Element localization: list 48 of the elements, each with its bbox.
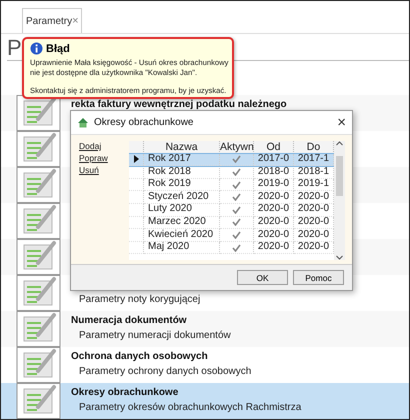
scrollbar-thumb[interactable] (336, 156, 343, 196)
close-icon[interactable]: × (337, 114, 346, 131)
dialog-title: Okresy obrachunkowe (94, 117, 194, 128)
app-icon (77, 117, 89, 128)
info-icon (30, 42, 43, 55)
item-subtitle: Parametry okresów obrachunkowych Rachmistrza (78, 402, 302, 413)
table-row[interactable]: Rok 2019 2019-0 2019-1 (129, 178, 334, 192)
table-row[interactable]: Marzec 2020 2020-0 2020-0 (129, 216, 334, 230)
scroll-down-icon[interactable] (336, 255, 343, 260)
item-subtitle: Parametry noty korygującej (78, 294, 200, 305)
table-cell: 2020-0 (254, 242, 294, 254)
table-row[interactable]: Kwiecień 2020 2020-0 2020-0 (129, 229, 334, 242)
column-header[interactable]: Aktywn (220, 141, 254, 154)
item-subtitle: Parametry ochrony danych osobowych (78, 366, 252, 377)
column-header[interactable]: Do (294, 141, 334, 154)
close-icon[interactable]: × (72, 15, 79, 27)
scrollbar[interactable] (334, 141, 345, 260)
table-row[interactable]: Luty 2020 2020-0 2020-0 (129, 204, 334, 217)
table-row[interactable]: Rok 2018 2018-0 2018-1 (129, 166, 334, 179)
checklist-icon (16, 347, 61, 383)
parametry-tab[interactable]: Parametry× (22, 8, 82, 33)
table-row[interactable]: Styczeń 2020 2020-0 2020-0 (129, 191, 334, 204)
row-pointer-icon (134, 155, 138, 164)
scroll-up-icon[interactable] (336, 141, 343, 146)
item-title: Okresy obrachunkowe (71, 387, 180, 398)
dialog-button[interactable]: Pomoc (293, 270, 344, 285)
tab-label: Parametry (26, 16, 72, 26)
item-title: Ochrona danych osobowych (71, 351, 209, 362)
checklist-icon (16, 311, 61, 347)
table-cell: Rok 2017 (144, 154, 220, 166)
row-header-cell (129, 141, 144, 154)
table-cell: Maj 2020 (144, 242, 220, 254)
item-title: rekta faktury wewnętrznej podatku należnego (71, 99, 287, 110)
item-subtitle: Parametry numeracji dokumentów (78, 330, 231, 341)
table-cell: 2017-0 (254, 154, 294, 166)
action-link[interactable]: Usuń (79, 165, 129, 175)
settings-list-item[interactable]: Okresy obrachunkowe Parametry okresów obrachunkowych Rachmistrza (1, 383, 409, 419)
table-row[interactable]: Rok 2017 2017-0 2017-1 (129, 154, 334, 166)
item-title: Numeracja dokumentów (71, 315, 188, 326)
settings-list-item[interactable]: Numeracja dokumentów Parametry numeracji dokumentów (1, 311, 409, 347)
column-header[interactable]: Od (254, 141, 294, 154)
action-link[interactable]: Popraw (79, 153, 129, 163)
action-link[interactable]: Dodaj (79, 141, 129, 151)
column-header[interactable]: Nazwa (144, 141, 220, 154)
tooltip-title: Błąd (46, 42, 70, 54)
checklist-icon (16, 275, 61, 311)
dialog-button[interactable]: OK (237, 270, 288, 285)
table-row[interactable]: Maj 2020 2020-0 2020-0 (129, 242, 334, 254)
